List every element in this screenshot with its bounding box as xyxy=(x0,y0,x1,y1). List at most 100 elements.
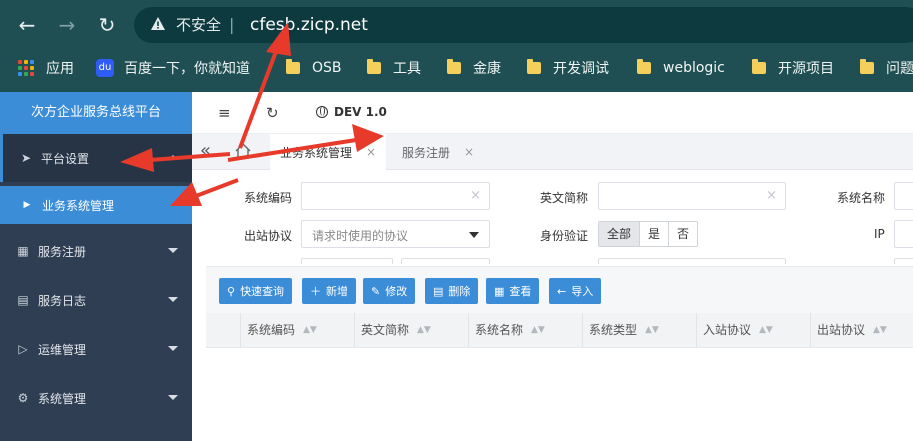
pencil-icon: ✎ xyxy=(371,284,381,298)
column-header[interactable]: 系统名称 ▲▼ xyxy=(468,313,582,348)
forward-arrow-icon[interactable]: → xyxy=(54,12,80,38)
collapse-double-chevron-icon[interactable]: « xyxy=(200,140,211,161)
sidebar-item-business-systems[interactable]: ▶ 业务系统管理 xyxy=(0,186,192,224)
sidebar: 次方企业服务总线平台 ➤ 平台设置 ▶ 业务系统管理 ▦ 服务注册 ▤ 服务日志… xyxy=(0,92,192,441)
reload-icon[interactable]: ↻ xyxy=(94,12,120,38)
bookmark-apps[interactable]: 应用 xyxy=(18,58,74,78)
refresh-icon[interactable]: ↻ xyxy=(266,104,279,122)
column-header[interactable]: 系统类型 ▲▼ xyxy=(582,313,696,348)
bookmark-weblogic[interactable]: weblogic xyxy=(637,58,725,78)
sort-icon[interactable]: ▲▼ xyxy=(873,326,887,335)
column-header-label: 系统名称 xyxy=(475,323,524,337)
folder-icon xyxy=(286,59,300,74)
bookmark-baidu[interactable]: du 百度一下，你就知道 xyxy=(96,58,250,78)
clear-icon[interactable]: × xyxy=(766,188,777,203)
sort-icon[interactable]: ▲▼ xyxy=(759,326,773,335)
view-icon: ▦ xyxy=(494,284,505,298)
folder-icon xyxy=(860,59,874,74)
bookmark-opensource[interactable]: 开源项目 xyxy=(752,58,834,78)
column-header-label: 系统类型 xyxy=(589,323,638,337)
chevron-down-icon xyxy=(168,297,178,302)
sidebar-item-service-logs[interactable]: ▤ 服务日志 xyxy=(0,276,192,324)
column-header[interactable]: 系统编码 ▲▼ xyxy=(240,313,354,348)
env-label: DEV 1.0 xyxy=(334,105,387,119)
row3-input-b[interactable] xyxy=(401,258,490,264)
import-button[interactable]: ← 导入 xyxy=(549,278,602,304)
sidebar-item-service-registry[interactable]: ▦ 服务注册 xyxy=(0,227,192,275)
sys-code-input[interactable]: × xyxy=(301,182,490,210)
clear-icon[interactable]: × xyxy=(470,188,481,203)
en-abbr-label: 英文简称 xyxy=(540,191,589,205)
back-arrow-icon[interactable]: ← xyxy=(14,12,40,38)
tab-business-systems[interactable]: 业务系统管理 × xyxy=(270,134,387,170)
add-button[interactable]: ＋ 新增 xyxy=(302,278,356,304)
address-bar[interactable]: 不安全 | cfesb.zicp.net xyxy=(134,7,913,43)
data-grid: ⚲ 快速查询 ＋ 新增 ✎ 修改 ▤ 删除 ▦ 查看 ← 导入 系统编码 ▲▼ 英… xyxy=(206,266,913,441)
browser-chrome: ← → ↻ 不安全 | cfesb.zicp.net 应用 du 百度一下，你就… xyxy=(0,0,913,92)
column-header[interactable]: 入站协议 ▲▼ xyxy=(696,313,810,348)
sidebar-item-ops[interactable]: ▷ 运维管理 xyxy=(0,325,192,373)
paper-plane-icon: ➤ xyxy=(20,151,32,165)
env-switcher[interactable]: DEV 1.0 xyxy=(316,105,387,119)
row3-input-a[interactable] xyxy=(301,258,393,264)
folder-icon xyxy=(447,59,461,74)
view-button[interactable]: ▦ 查看 xyxy=(486,278,540,304)
bookmark-label: 应用 xyxy=(46,61,74,77)
outbound-label: 出站协议 xyxy=(244,229,293,243)
en-abbr-input[interactable]: × xyxy=(598,182,786,210)
ip-input[interactable] xyxy=(894,220,913,248)
sort-icon[interactable]: ▲▼ xyxy=(303,326,317,335)
column-header[interactable]: 英文简称 ▲▼ xyxy=(354,313,468,348)
gear-icon: ⚙ xyxy=(17,391,29,405)
tab-service-registry[interactable]: 服务注册 × xyxy=(392,134,484,170)
bookmark-label: 开发调试 xyxy=(553,61,609,77)
bookmark-jinkang[interactable]: 金康 xyxy=(447,58,501,78)
sidebar-item-system[interactable]: ⚙ 系统管理 xyxy=(0,374,192,422)
app-topbar: ≡ ↻ DEV 1.0 xyxy=(192,92,913,134)
bookmark-label: 百度一下，你就知道 xyxy=(124,61,250,77)
tab-label: 服务注册 xyxy=(402,145,451,160)
bookmark-label: 问题 xyxy=(886,61,913,77)
caret-down-icon xyxy=(469,232,479,238)
column-header-label: 系统编码 xyxy=(247,323,296,337)
sidebar-item-platform-settings[interactable]: ➤ 平台设置 xyxy=(0,134,192,182)
row3-input-d[interactable] xyxy=(894,258,913,264)
delete-button[interactable]: ▤ 删除 xyxy=(425,278,479,304)
menu-toggle-icon[interactable]: ≡ xyxy=(218,104,231,122)
close-icon[interactable]: × xyxy=(366,145,376,159)
bookmarks-bar: 应用 du 百度一下，你就知道 OSB 工具 金康 开发调试 weblogic xyxy=(0,50,913,86)
auth-option-all[interactable]: 全部 xyxy=(599,222,641,246)
button-label: 删除 xyxy=(448,285,471,298)
button-label: 修改 xyxy=(385,285,408,298)
address-separator: | xyxy=(229,15,235,34)
edit-button[interactable]: ✎ 修改 xyxy=(363,278,416,304)
bookmark-osb[interactable]: OSB xyxy=(286,58,342,78)
auth-option-yes[interactable]: 是 xyxy=(640,222,670,246)
quick-search-button[interactable]: ⚲ 快速查询 xyxy=(219,278,293,304)
column-header[interactable]: 出站协议 ▲▼ xyxy=(810,313,913,348)
url-text[interactable]: cfesb.zicp.net xyxy=(250,14,368,36)
outbound-protocol-select[interactable]: 请求时使用的协议 xyxy=(301,220,490,248)
bookmark-issues[interactable]: 问题 xyxy=(860,58,913,78)
arrow-left-icon: ← xyxy=(557,284,567,298)
sort-icon[interactable]: ▲▼ xyxy=(417,326,431,335)
baidu-paw-icon: du xyxy=(96,59,114,77)
bookmark-devdebug[interactable]: 开发调试 xyxy=(527,58,609,78)
auth-toggle-group: 全部 是 否 xyxy=(598,221,699,247)
search-form: 系统编码 × 英文简称 × 系统名称 出站协议 请求时使用的协议 身份验证 全部… xyxy=(206,172,913,264)
home-icon[interactable] xyxy=(234,142,252,160)
bookmark-tools[interactable]: 工具 xyxy=(367,58,421,78)
sidebar-item-label: 服务日志 xyxy=(38,293,87,308)
close-icon[interactable]: × xyxy=(464,145,474,159)
chevron-down-icon xyxy=(168,248,178,253)
brand-title: 次方企业服务总线平台 xyxy=(0,92,192,134)
button-label: 新增 xyxy=(326,285,348,298)
apps-grid-icon xyxy=(18,60,34,76)
sort-icon[interactable]: ▲▼ xyxy=(531,326,545,335)
sys-name-input[interactable] xyxy=(894,182,913,210)
column-header-label: 入站协议 xyxy=(703,323,752,337)
auth-option-no[interactable]: 否 xyxy=(669,222,698,246)
sort-icon[interactable]: ▲▼ xyxy=(645,326,659,335)
row3-input-c[interactable] xyxy=(598,258,786,264)
button-label: 查看 xyxy=(509,285,532,298)
